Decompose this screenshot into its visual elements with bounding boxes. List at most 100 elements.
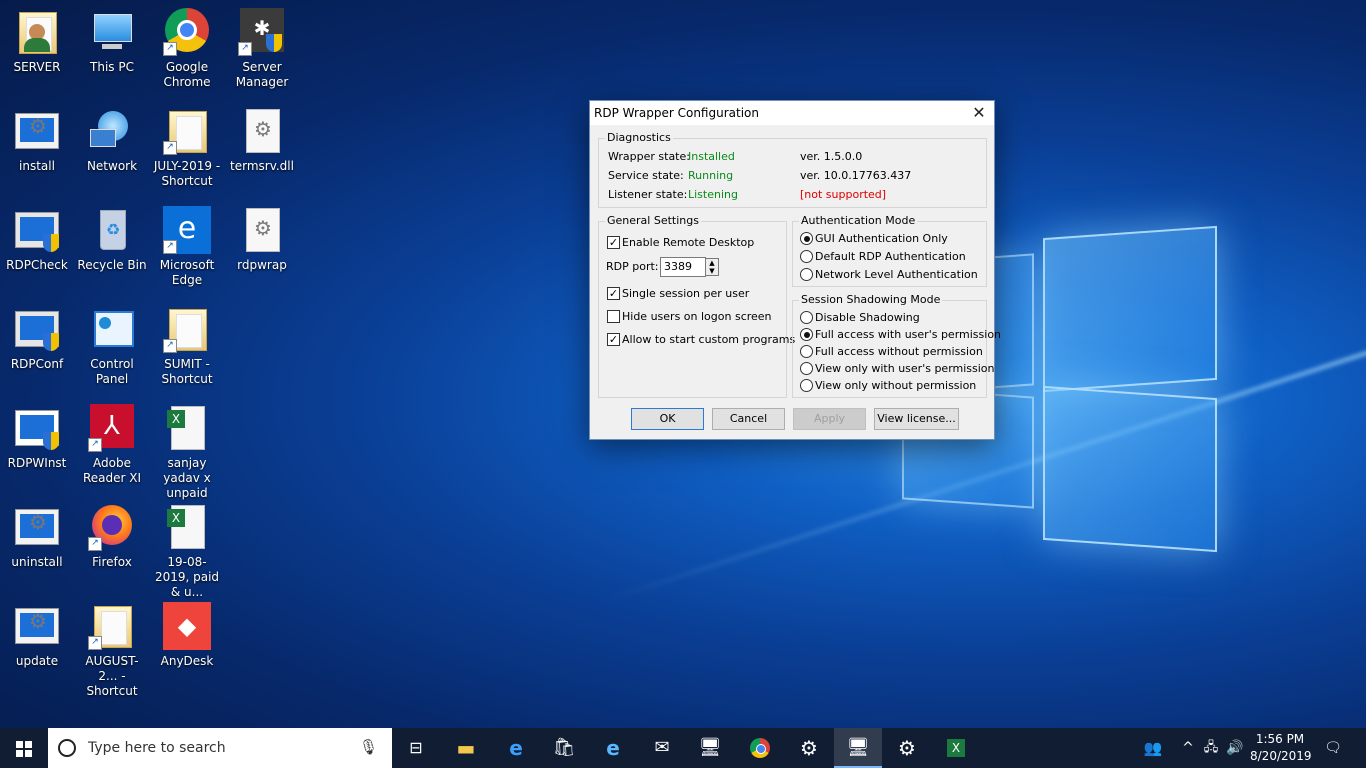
service-state-label: Service state:	[608, 169, 684, 182]
rdp-port-input[interactable]: 3389	[660, 257, 706, 277]
acrobat-icon: ⅄ ↗	[88, 404, 136, 452]
desktop-icon-august[interactable]: ↗ AUGUST-2... - Shortcut	[75, 602, 149, 699]
dialog-titlebar[interactable]: RDP Wrapper Configuration ✕	[590, 101, 994, 125]
desktop-icon-rdpwrap[interactable]: ⚙ rdpwrap	[225, 206, 299, 273]
shadow-view-perm-radio[interactable]	[800, 362, 813, 375]
edge-taskbar-icon[interactable]: e	[492, 728, 540, 768]
enable-remote-desktop-checkbox[interactable]: ✓	[607, 236, 620, 249]
rdp-wrapper-dialog: RDP Wrapper Configuration ✕ Diagnostics …	[589, 100, 1001, 440]
desktop-icon-recycle-bin[interactable]: ♻ Recycle Bin	[75, 206, 149, 273]
desktop-icon-server-manager[interactable]: ✱ ↗ Server Manager	[225, 8, 299, 90]
clock[interactable]: 1:56 PM 8/20/2019	[1250, 731, 1312, 765]
desktop-icon-rdpcheck[interactable]: RDPCheck	[0, 206, 74, 273]
listener-version: [not supported]	[800, 188, 887, 201]
hide-users-label: Hide users on logon screen	[622, 310, 772, 323]
desktop-icon-sumit[interactable]: ↗ SUMIT - Shortcut	[150, 305, 224, 387]
port-spinner[interactable]: ▲ ▼	[705, 258, 719, 276]
desktop-icon-firefox[interactable]: ↗ Firefox	[75, 503, 149, 570]
recycle-bin-icon: ♻	[88, 206, 136, 254]
anydesk-icon: ◆	[163, 602, 211, 650]
clock-time: 1:56 PM	[1255, 732, 1305, 746]
cortana-icon	[58, 739, 76, 757]
chrome-icon: ↗	[163, 8, 211, 56]
desktop-icon-rdpconf[interactable]: RDPConf	[0, 305, 74, 372]
enable-remote-desktop-label: Enable Remote Desktop	[622, 236, 755, 249]
chevron-up-icon[interactable]: ^	[1178, 728, 1198, 768]
custom-programs-checkbox[interactable]: ✓	[607, 333, 620, 346]
volume-icon[interactable]: 🔊	[1224, 728, 1246, 768]
search-box[interactable]: Type here to search 🎙	[48, 728, 392, 768]
desktop-icon-adobe-reader[interactable]: ⅄ ↗ Adobe Reader XI	[75, 404, 149, 486]
notification-icon[interactable]: 🗨	[1318, 728, 1348, 768]
listener-state-label: Listener state:	[608, 188, 688, 201]
diagnostics-title: Diagnostics	[605, 131, 673, 144]
auth-gui-radio[interactable]	[800, 232, 813, 245]
close-icon[interactable]: ✕	[964, 101, 994, 125]
desktop-icon-this-pc[interactable]: This PC	[75, 8, 149, 75]
batch-gear-icon: ⚙	[13, 602, 61, 650]
store-icon[interactable]: 🛍	[540, 728, 588, 768]
microphone-icon[interactable]: 🎙	[359, 738, 378, 756]
remote-desktop-icon[interactable]: 🖥	[686, 728, 734, 768]
custom-programs-label: Allow to start custom programs	[622, 333, 796, 346]
cancel-button[interactable]: Cancel	[712, 408, 785, 430]
apply-button[interactable]: Apply	[793, 408, 866, 430]
shadow-full-noperm-radio[interactable]	[800, 345, 813, 358]
desktop-icon-termsrv[interactable]: ⚙ termsrv.dll	[225, 107, 299, 174]
excel-taskbar-icon[interactable]: X	[932, 728, 980, 768]
desktop-icon-control-panel[interactable]: Control Panel	[75, 305, 149, 387]
desktop-icon-19-08[interactable]: X 19-08-2019, paid & u...	[150, 503, 224, 600]
desktop-icon-server[interactable]: SERVER	[0, 8, 74, 75]
windows-logo-pane	[1043, 225, 1217, 393]
network-tray-icon[interactable]: 🖧	[1200, 728, 1222, 768]
auth-nla-label: Network Level Authentication	[815, 268, 978, 281]
desktop-icon-edge[interactable]: e ↗ Microsoft Edge	[150, 206, 224, 288]
window-shield-icon	[13, 404, 61, 452]
shadow-full-perm-radio[interactable]	[800, 328, 813, 341]
folder-icon: ↗	[163, 107, 211, 155]
dll-gear-icon: ⚙	[238, 107, 286, 155]
user-folder-icon	[13, 8, 61, 56]
monitor-shield-icon	[13, 305, 61, 353]
server-manager-icon: ✱ ↗	[238, 8, 286, 56]
batch-gear-icon: ⚙	[13, 503, 61, 551]
desktop-icon-install[interactable]: ⚙ install	[0, 107, 74, 174]
task-view-icon[interactable]: ⊟	[392, 728, 440, 768]
authentication-mode-group: Authentication Mode GUI Authentication O…	[792, 214, 987, 287]
rdpconf-taskbar-icon[interactable]: 🖥	[834, 728, 882, 768]
desktop-icon-update[interactable]: ⚙ update	[0, 602, 74, 669]
people-icon[interactable]: 👥	[1140, 728, 1166, 768]
single-session-checkbox[interactable]: ✓	[607, 287, 620, 300]
auth-nla-radio[interactable]	[800, 268, 813, 281]
desktop-icon-sanjay[interactable]: X sanjay yadav x unpaid	[150, 404, 224, 501]
mail-icon[interactable]: ✉	[638, 728, 686, 768]
desktop-icon-uninstall[interactable]: ⚙ uninstall	[0, 503, 74, 570]
hide-users-checkbox[interactable]	[607, 310, 620, 323]
view-license-button[interactable]: View license...	[874, 408, 959, 430]
gear-file-icon: ⚙	[238, 206, 286, 254]
chrome-taskbar-icon[interactable]	[736, 728, 784, 768]
file-explorer-icon[interactable]: ▬	[442, 728, 490, 768]
gear-app-icon[interactable]: ⚙	[785, 728, 833, 768]
monitor-shield-icon	[13, 206, 61, 254]
shadow-disable-radio[interactable]	[800, 311, 813, 324]
diagnostics-group: Diagnostics Wrapper state: Installed ver…	[598, 131, 987, 208]
desktop-icon-july[interactable]: ↗ JULY-2019 - Shortcut	[150, 107, 224, 189]
excel-file-icon: X	[163, 503, 211, 551]
wrapper-version: ver. 1.5.0.0	[800, 150, 863, 163]
gear-app-icon-2[interactable]: ⚙	[883, 728, 931, 768]
desktop-icon-anydesk[interactable]: ◆ AnyDesk	[150, 602, 224, 669]
internet-explorer-icon[interactable]: e	[589, 728, 637, 768]
rdp-port-label: RDP port:	[606, 260, 659, 273]
ok-button[interactable]: OK	[631, 408, 704, 430]
auth-default-radio[interactable]	[800, 250, 813, 263]
network-icon	[88, 107, 136, 155]
desktop-icon-rdpwinst[interactable]: RDPWInst	[0, 404, 74, 471]
wrapper-state-value: Installed	[688, 150, 735, 163]
shadow-view-noperm-radio[interactable]	[800, 379, 813, 392]
desktop-icon-chrome[interactable]: ↗ Google Chrome	[150, 8, 224, 90]
start-button[interactable]	[0, 728, 48, 768]
service-state-value: Running	[688, 169, 734, 182]
desktop-icon-network[interactable]: Network	[75, 107, 149, 174]
folder-icon: ↗	[163, 305, 211, 353]
